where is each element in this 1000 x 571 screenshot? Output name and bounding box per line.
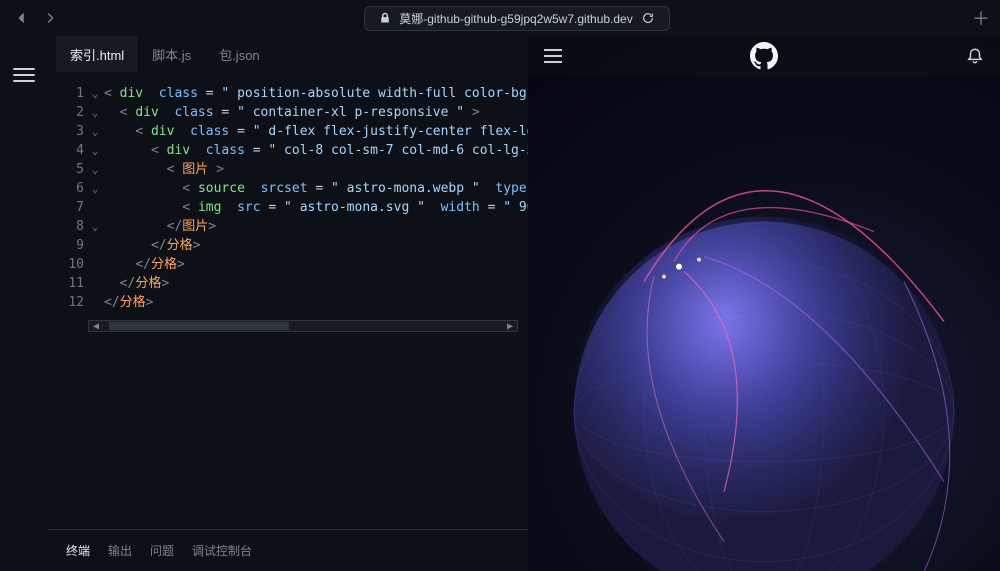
back-button[interactable] — [10, 6, 34, 30]
chevron-left-icon — [15, 11, 29, 25]
code-line[interactable]: 4⌄ < div class = " col-8 col-sm-7 col-md… — [48, 141, 528, 160]
code-editor[interactable]: 1⌄< div class = " position-absolute widt… — [48, 72, 528, 509]
fold-toggle[interactable]: ⌄ — [86, 217, 104, 236]
line-content: < 图片 > — [104, 160, 528, 179]
editor-tab-1[interactable]: 脚本.js — [138, 36, 205, 72]
editor-pane: 索引.html脚本.js包.json 1⌄< div class = " pos… — [48, 36, 528, 571]
fold-toggle[interactable]: ⌄ — [86, 141, 104, 160]
nav-arrows — [10, 6, 62, 30]
code-line[interactable]: 12 </分格> — [48, 293, 528, 312]
fold-toggle — [86, 198, 104, 217]
main-layout: 索引.html脚本.js包.json 1⌄< div class = " pos… — [0, 36, 1000, 571]
code-line[interactable]: 5⌄ < 图片 > — [48, 160, 528, 179]
fold-toggle — [86, 236, 104, 255]
fold-toggle — [86, 255, 104, 274]
github-logo-icon[interactable] — [750, 42, 778, 70]
editor-tab-0[interactable]: 索引.html — [56, 36, 138, 72]
line-content: </分格> — [104, 255, 528, 274]
panel-tab-2[interactable]: 问题 — [150, 542, 174, 559]
url-bar[interactable]: 莫娜-github-github-g59jpq2w5w7.github.dev — [364, 6, 669, 31]
fold-toggle — [86, 274, 104, 293]
line-number: 2 — [48, 103, 86, 122]
line-number: 12 — [48, 293, 86, 312]
code-line[interactable]: 2⌄ < div class = " container-xl p-respon… — [48, 103, 528, 122]
editor-tab-2[interactable]: 包.json — [205, 36, 273, 72]
fold-toggle[interactable]: ⌄ — [86, 160, 104, 179]
line-number: 5 — [48, 160, 86, 179]
line-number: 7 — [48, 198, 86, 217]
line-content: < div class = " d-flex flex-justify-cent… — [104, 122, 528, 141]
fold-toggle[interactable]: ⌄ — [86, 84, 104, 103]
chevron-right-icon — [43, 11, 57, 25]
preview-menu-button[interactable] — [544, 49, 562, 63]
globe-visualization — [528, 76, 1000, 571]
line-number: 10 — [48, 255, 86, 274]
menu-button[interactable] — [13, 64, 35, 86]
activity-bar — [0, 36, 48, 571]
line-content: < img src = " astro-mona.svg " width = "… — [104, 198, 528, 217]
code-line[interactable]: 9 </分格> — [48, 236, 528, 255]
preview-pane — [528, 36, 1000, 571]
line-content: </分格> — [104, 236, 528, 255]
globe-icon — [528, 141, 1000, 571]
line-content: </图片> — [104, 217, 528, 236]
line-content: < div class = " position-absolute width-… — [104, 84, 528, 103]
url-text: 莫娜-github-github-g59jpq2w5w7.github.dev — [399, 10, 632, 27]
preview-header — [528, 36, 1000, 76]
horizontal-scrollbar[interactable]: ◀▶ — [88, 320, 518, 332]
line-content: < div class = " col-8 col-sm-7 col-md-6 … — [104, 141, 528, 160]
code-line[interactable]: 6⌄ < source srcset = " astro-mona.webp "… — [48, 179, 528, 198]
code-line[interactable]: 10 </分格> — [48, 255, 528, 274]
panel-tab-0[interactable]: 终端 — [66, 542, 90, 559]
fold-toggle[interactable]: ⌄ — [86, 122, 104, 141]
line-number: 8 — [48, 217, 86, 236]
line-number: 3 — [48, 122, 86, 141]
bell-icon[interactable] — [966, 47, 984, 65]
code-line[interactable]: 8⌄ </图片> — [48, 217, 528, 236]
code-line[interactable]: 11 </分格> — [48, 274, 528, 293]
fold-toggle[interactable]: ⌄ — [86, 179, 104, 198]
line-content: < div class = " container-xl p-responsiv… — [104, 103, 528, 122]
code-line[interactable]: 7 < img src = " astro-mona.svg " width =… — [48, 198, 528, 217]
line-number: 6 — [48, 179, 86, 198]
line-content: </分格> — [104, 293, 528, 312]
line-number: 1 — [48, 84, 86, 103]
line-number: 4 — [48, 141, 86, 160]
panel-tab-3[interactable]: 调试控制台 — [192, 542, 252, 559]
fold-toggle[interactable]: ⌄ — [86, 103, 104, 122]
line-number: 9 — [48, 236, 86, 255]
refresh-icon[interactable] — [641, 11, 655, 25]
new-tab-button[interactable]: ＋ — [972, 5, 990, 31]
editor-tabs: 索引.html脚本.js包.json — [48, 36, 528, 72]
panel-tabs: 终端 输出 问题 调试控制台 — [48, 530, 528, 571]
titlebar: 莫娜-github-github-g59jpq2w5w7.github.dev … — [0, 0, 1000, 36]
panel-tab-1[interactable]: 输出 — [108, 542, 132, 559]
code-line[interactable]: 1⌄< div class = " position-absolute widt… — [48, 84, 528, 103]
forward-button[interactable] — [38, 6, 62, 30]
line-number: 11 — [48, 274, 86, 293]
fold-toggle — [86, 293, 104, 312]
lock-icon — [379, 12, 391, 24]
code-line[interactable]: 3⌄ < div class = " d-flex flex-justify-c… — [48, 122, 528, 141]
line-content: < source srcset = " astro-mona.webp " ty… — [104, 179, 528, 198]
line-content: </分格> — [104, 274, 528, 293]
